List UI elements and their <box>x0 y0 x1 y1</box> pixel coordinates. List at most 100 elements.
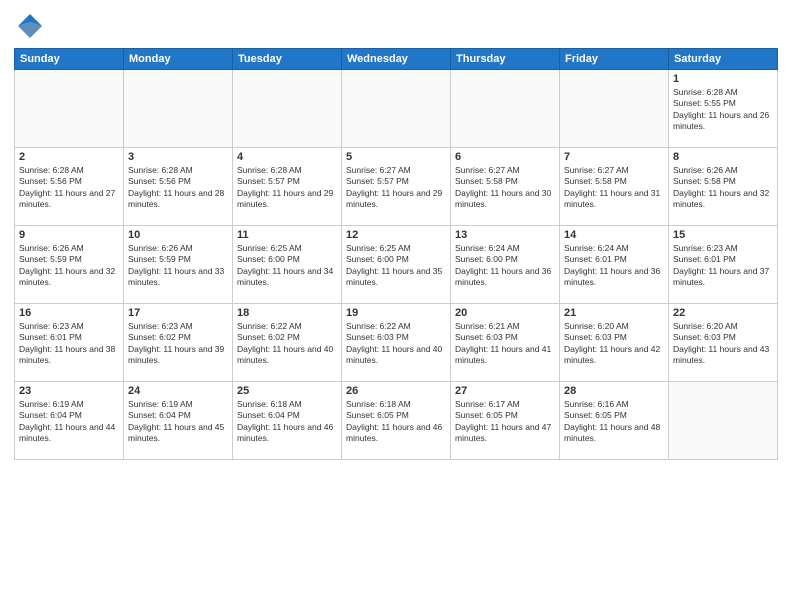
day-of-week-header: Friday <box>560 49 669 70</box>
calendar-cell: 1 Sunrise: 6:28 AMSunset: 5:55 PMDaylight… <box>669 70 778 148</box>
day-number: 27 <box>455 385 555 397</box>
day-info: Sunrise: 6:20 AMSunset: 6:03 PMDaylight:… <box>673 321 773 367</box>
day-info: Sunrise: 6:24 AMSunset: 6:00 PMDaylight:… <box>455 243 555 289</box>
calendar-cell: 27 Sunrise: 6:17 AMSunset: 6:05 PMDayligh… <box>451 382 560 460</box>
calendar-week-row: 16 Sunrise: 6:23 AMSunset: 6:01 PMDayligh… <box>15 304 778 382</box>
day-number: 11 <box>237 229 337 241</box>
calendar-week-row: 9 Sunrise: 6:26 AMSunset: 5:59 PMDaylight… <box>15 226 778 304</box>
day-number: 6 <box>455 151 555 163</box>
day-of-week-header: Thursday <box>451 49 560 70</box>
day-info: Sunrise: 6:26 AMSunset: 5:59 PMDaylight:… <box>128 243 228 289</box>
calendar-cell: 4 Sunrise: 6:28 AMSunset: 5:57 PMDaylight… <box>233 148 342 226</box>
day-info: Sunrise: 6:22 AMSunset: 6:02 PMDaylight:… <box>237 321 337 367</box>
day-of-week-header: Wednesday <box>342 49 451 70</box>
calendar-cell: 9 Sunrise: 6:26 AMSunset: 5:59 PMDaylight… <box>15 226 124 304</box>
calendar-cell <box>124 70 233 148</box>
calendar-cell: 25 Sunrise: 6:18 AMSunset: 6:04 PMDayligh… <box>233 382 342 460</box>
day-info: Sunrise: 6:28 AMSunset: 5:57 PMDaylight:… <box>237 165 337 211</box>
calendar-cell <box>342 70 451 148</box>
day-number: 4 <box>237 151 337 163</box>
calendar-cell <box>233 70 342 148</box>
day-info: Sunrise: 6:18 AMSunset: 6:04 PMDaylight:… <box>237 399 337 445</box>
day-info: Sunrise: 6:28 AMSunset: 5:55 PMDaylight:… <box>673 87 773 133</box>
calendar-cell: 12Sunrise: 6:25 AMSunset: 6:00 PMDayligh… <box>342 226 451 304</box>
calendar-cell <box>560 70 669 148</box>
calendar-cell: 8Sunrise: 6:26 AMSunset: 5:58 PMDaylight… <box>669 148 778 226</box>
calendar-cell: 14 Sunrise: 6:24 AMSunset: 6:01 PMDayligh… <box>560 226 669 304</box>
day-number: 15 <box>673 229 773 241</box>
calendar-header: SundayMondayTuesdayWednesdayThursdayFrid… <box>15 49 778 70</box>
day-info: Sunrise: 6:23 AMSunset: 6:01 PMDaylight:… <box>673 243 773 289</box>
day-of-week-header: Sunday <box>15 49 124 70</box>
day-info: Sunrise: 6:22 AMSunset: 6:03 PMDaylight:… <box>346 321 446 367</box>
calendar-cell: 24 Sunrise: 6:19 AMSunset: 6:04 PMDayligh… <box>124 382 233 460</box>
day-number: 17 <box>128 307 228 319</box>
day-number: 23 <box>19 385 119 397</box>
day-number: 1 <box>673 73 773 85</box>
day-number: 18 <box>237 307 337 319</box>
day-number: 13 <box>455 229 555 241</box>
day-number: 22 <box>673 307 773 319</box>
day-number: 9 <box>19 229 119 241</box>
day-number: 14 <box>564 229 664 241</box>
calendar-cell: 5 Sunrise: 6:27 AMSunset: 5:57 PMDaylight… <box>342 148 451 226</box>
day-info: Sunrise: 6:28 AMSunset: 5:56 PMDaylight:… <box>19 165 119 211</box>
logo <box>14 10 50 42</box>
calendar-cell: 16 Sunrise: 6:23 AMSunset: 6:01 PMDayligh… <box>15 304 124 382</box>
day-number: 26 <box>346 385 446 397</box>
day-number: 25 <box>237 385 337 397</box>
calendar-cell <box>669 382 778 460</box>
calendar-cell: 2 Sunrise: 6:28 AMSunset: 5:56 PMDaylight… <box>15 148 124 226</box>
day-info: Sunrise: 6:18 AMSunset: 6:05 PMDaylight:… <box>346 399 446 445</box>
day-number: 21 <box>564 307 664 319</box>
day-info: Sunrise: 6:26 AMSunset: 5:59 PMDaylight:… <box>19 243 119 289</box>
calendar-cell: 21 Sunrise: 6:20 AMSunset: 6:03 PMDayligh… <box>560 304 669 382</box>
day-number: 16 <box>19 307 119 319</box>
day-info: Sunrise: 6:26 AMSunset: 5:58 PMDaylight:… <box>673 165 773 211</box>
calendar-week-row: 1 Sunrise: 6:28 AMSunset: 5:55 PMDaylight… <box>15 70 778 148</box>
day-number: 7 <box>564 151 664 163</box>
calendar-body: 1 Sunrise: 6:28 AMSunset: 5:55 PMDaylight… <box>15 70 778 460</box>
day-info: Sunrise: 6:17 AMSunset: 6:05 PMDaylight:… <box>455 399 555 445</box>
page: SundayMondayTuesdayWednesdayThursdayFrid… <box>0 0 792 612</box>
calendar-cell: 7 Sunrise: 6:27 AMSunset: 5:58 PMDaylight… <box>560 148 669 226</box>
day-info: Sunrise: 6:23 AMSunset: 6:01 PMDaylight:… <box>19 321 119 367</box>
day-info: Sunrise: 6:25 AMSunset: 6:00 PMDaylight:… <box>346 243 446 289</box>
calendar-week-row: 23 Sunrise: 6:19 AMSunset: 6:04 PMDayligh… <box>15 382 778 460</box>
day-info: Sunrise: 6:27 AMSunset: 5:57 PMDaylight:… <box>346 165 446 211</box>
calendar-cell: 15 Sunrise: 6:23 AMSunset: 6:01 PMDayligh… <box>669 226 778 304</box>
calendar-cell: 17 Sunrise: 6:23 AMSunset: 6:02 PMDayligh… <box>124 304 233 382</box>
calendar-cell: 23 Sunrise: 6:19 AMSunset: 6:04 PMDayligh… <box>15 382 124 460</box>
calendar-table: SundayMondayTuesdayWednesdayThursdayFrid… <box>14 48 778 460</box>
calendar-cell: 18 Sunrise: 6:22 AMSunset: 6:02 PMDayligh… <box>233 304 342 382</box>
day-info: Sunrise: 6:27 AMSunset: 5:58 PMDaylight:… <box>564 165 664 211</box>
day-info: Sunrise: 6:23 AMSunset: 6:02 PMDaylight:… <box>128 321 228 367</box>
day-info: Sunrise: 6:25 AMSunset: 6:00 PMDaylight:… <box>237 243 337 289</box>
calendar-cell: 10Sunrise: 6:26 AMSunset: 5:59 PMDayligh… <box>124 226 233 304</box>
calendar-cell <box>451 70 560 148</box>
header-row: SundayMondayTuesdayWednesdayThursdayFrid… <box>15 49 778 70</box>
day-number: 3 <box>128 151 228 163</box>
day-number: 5 <box>346 151 446 163</box>
day-info: Sunrise: 6:19 AMSunset: 6:04 PMDaylight:… <box>128 399 228 445</box>
calendar-cell: 26 Sunrise: 6:18 AMSunset: 6:05 PMDayligh… <box>342 382 451 460</box>
logo-icon <box>14 10 46 42</box>
day-info: Sunrise: 6:28 AMSunset: 5:56 PMDaylight:… <box>128 165 228 211</box>
day-info: Sunrise: 6:19 AMSunset: 6:04 PMDaylight:… <box>19 399 119 445</box>
day-number: 19 <box>346 307 446 319</box>
calendar-cell <box>15 70 124 148</box>
day-info: Sunrise: 6:20 AMSunset: 6:03 PMDaylight:… <box>564 321 664 367</box>
day-info: Sunrise: 6:24 AMSunset: 6:01 PMDaylight:… <box>564 243 664 289</box>
calendar-cell: 3 Sunrise: 6:28 AMSunset: 5:56 PMDaylight… <box>124 148 233 226</box>
day-number: 24 <box>128 385 228 397</box>
day-number: 2 <box>19 151 119 163</box>
calendar-cell: 19 Sunrise: 6:22 AMSunset: 6:03 PMDayligh… <box>342 304 451 382</box>
day-number: 28 <box>564 385 664 397</box>
calendar-cell: 28Sunrise: 6:16 AMSunset: 6:05 PMDayligh… <box>560 382 669 460</box>
calendar-cell: 13 Sunrise: 6:24 AMSunset: 6:00 PMDayligh… <box>451 226 560 304</box>
calendar-cell: 11 Sunrise: 6:25 AMSunset: 6:00 PMDayligh… <box>233 226 342 304</box>
day-of-week-header: Monday <box>124 49 233 70</box>
day-number: 20 <box>455 307 555 319</box>
day-of-week-header: Saturday <box>669 49 778 70</box>
calendar-cell: 20Sunrise: 6:21 AMSunset: 6:03 PMDayligh… <box>451 304 560 382</box>
